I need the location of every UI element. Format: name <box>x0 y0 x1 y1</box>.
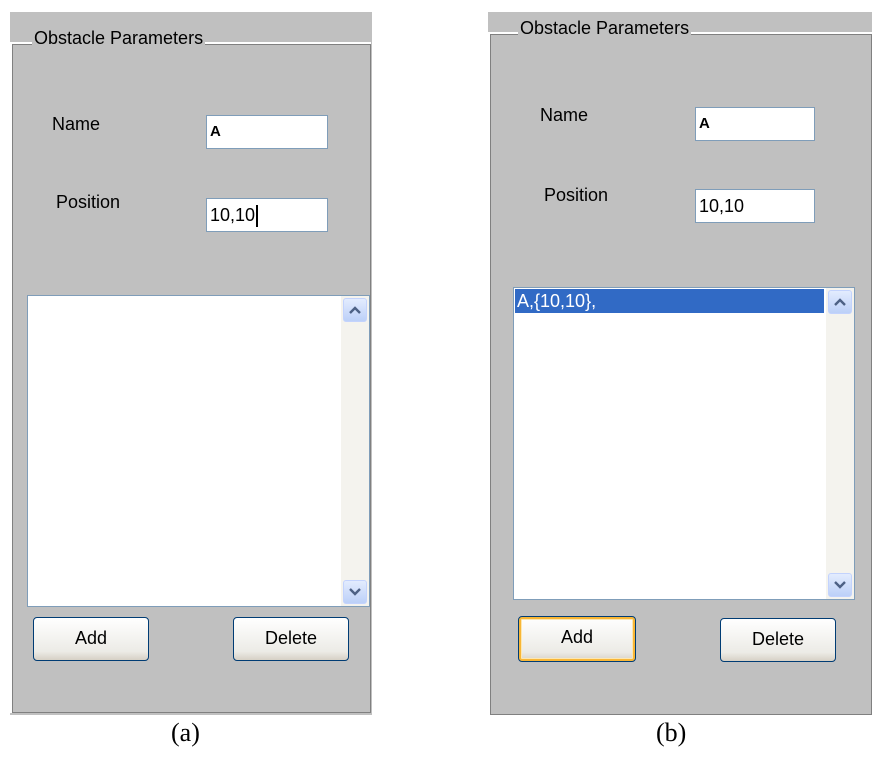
name-label: Name <box>540 105 589 125</box>
list-item-selected[interactable]: A,{10,10}, <box>515 289 824 313</box>
scroll-down-button[interactable] <box>343 580 367 604</box>
scroll-up-button[interactable] <box>828 290 852 314</box>
group-title: Obstacle Parameters <box>518 16 692 40</box>
position-label: Position <box>544 185 609 205</box>
delete-button[interactable]: Delete <box>233 617 349 661</box>
caption-a: (a) <box>171 718 200 747</box>
add-button[interactable]: Add <box>33 617 149 661</box>
add-button[interactable]: Add <box>518 616 636 662</box>
chevron-up-icon <box>834 298 846 306</box>
chevron-down-icon <box>349 588 361 596</box>
scroll-up-button[interactable] <box>343 298 367 322</box>
delete-button[interactable]: Delete <box>720 618 836 662</box>
obstacle-listbox[interactable]: A,{10,10}, <box>513 287 855 600</box>
group-title: Obstacle Parameters <box>32 26 206 50</box>
position-value: 10,10 <box>210 205 256 225</box>
position-label: Position <box>56 192 121 212</box>
caption-b: (b) <box>656 718 687 747</box>
text-caret <box>256 205 259 228</box>
obstacle-listbox[interactable] <box>27 295 370 607</box>
name-input[interactable]: A <box>206 115 328 149</box>
chevron-down-icon <box>834 581 846 589</box>
listbox-scrollbar[interactable] <box>341 296 369 606</box>
scroll-down-button[interactable] <box>828 573 852 597</box>
chevron-up-icon <box>349 306 361 314</box>
obstacle-panel-b: Obstacle Parameters Name A Position 10,1… <box>488 12 872 715</box>
name-input[interactable]: A <box>695 107 815 141</box>
position-input[interactable]: 10,10 <box>206 198 328 232</box>
listbox-scrollbar[interactable] <box>826 288 854 599</box>
position-input[interactable]: 10,10 <box>695 189 815 223</box>
name-label: Name <box>52 114 101 134</box>
obstacle-panel-a: Obstacle Parameters Name A Position 10,1… <box>10 12 372 715</box>
